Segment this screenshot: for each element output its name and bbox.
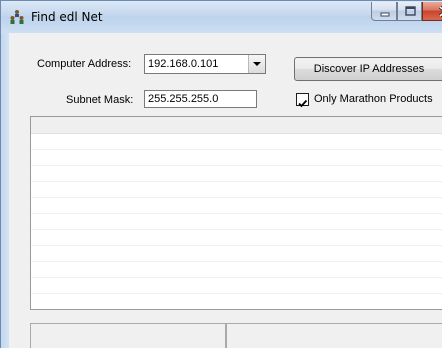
- status-pane-1: [30, 323, 226, 348]
- list-row[interactable]: [31, 150, 442, 166]
- minimize-icon: [380, 12, 390, 17]
- list-row[interactable]: [31, 134, 442, 150]
- close-icon: [438, 5, 442, 18]
- computer-address-value[interactable]: 192.168.0.101: [148, 57, 218, 71]
- list-header[interactable]: [31, 117, 442, 134]
- list-row[interactable]: [31, 278, 442, 294]
- only-marathon-checkbox[interactable]: [296, 93, 309, 108]
- list-row[interactable]: [31, 294, 442, 309]
- status-bar: [30, 323, 442, 348]
- list-row[interactable]: [31, 182, 442, 198]
- maximize-button[interactable]: [397, 2, 422, 21]
- list-row[interactable]: [31, 262, 442, 278]
- client-area: Computer Address: 192.168.0.101 Discover…: [9, 33, 442, 348]
- window-frame: [1, 33, 9, 348]
- list-row[interactable]: [31, 198, 442, 214]
- title-bar[interactable]: Find edl Net: [1, 1, 442, 33]
- app-window: Find edl Net Computer Address: 192.168.0…: [0, 0, 442, 348]
- subnet-mask-input[interactable]: 255.255.255.0: [144, 90, 257, 108]
- maximize-icon: [405, 6, 416, 16]
- status-pane-2: [226, 323, 442, 348]
- minimize-button[interactable]: [371, 2, 397, 21]
- checkmark-icon: [298, 99, 308, 108]
- computer-address-label: Computer Address:: [37, 58, 132, 70]
- dropdown-button[interactable]: [248, 55, 265, 73]
- list-row[interactable]: [31, 214, 442, 230]
- subnet-mask-label: Subnet Mask:: [66, 94, 134, 106]
- window-title: Find edl Net: [31, 10, 103, 24]
- list-row[interactable]: [31, 246, 442, 262]
- computer-address-combobox[interactable]: 192.168.0.101: [144, 54, 266, 74]
- list-row[interactable]: [31, 230, 442, 246]
- discover-ip-addresses-button[interactable]: Discover IP Addresses: [294, 57, 442, 81]
- subnet-mask-value[interactable]: 255.255.255.0: [148, 92, 218, 106]
- list-row[interactable]: [31, 166, 442, 182]
- only-marathon-label[interactable]: Only Marathon Products: [314, 92, 433, 106]
- chevron-down-icon: [253, 62, 261, 66]
- close-button[interactable]: [422, 2, 442, 21]
- results-list[interactable]: [30, 116, 442, 310]
- network-users-icon: [9, 9, 25, 25]
